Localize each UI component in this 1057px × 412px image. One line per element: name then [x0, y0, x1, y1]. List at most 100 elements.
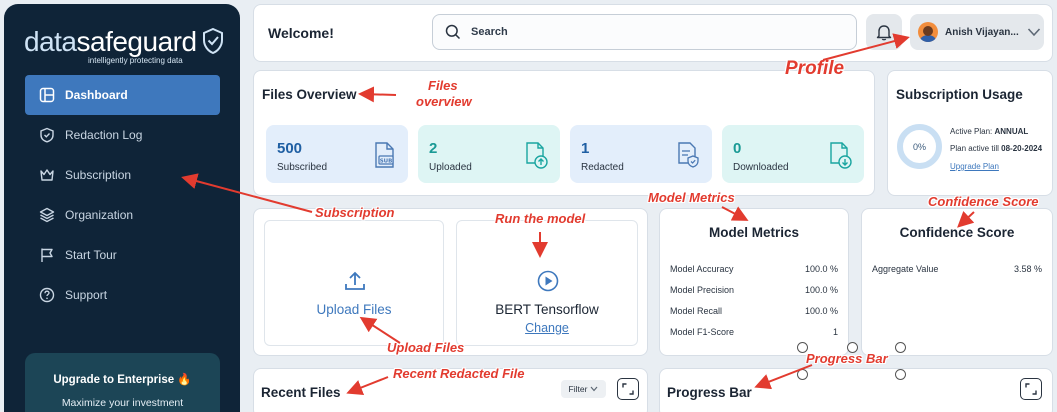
flag-icon	[39, 247, 55, 263]
file-download-icon	[830, 142, 852, 169]
crown-icon	[39, 167, 55, 183]
stat-value: 2	[429, 140, 438, 157]
confidence-score-card: Confidence Score Aggregate Value 3.58 %	[861, 208, 1053, 356]
model-name: BERT Tensorflow	[495, 302, 599, 317]
stat-value: 1	[581, 140, 590, 157]
sidebar-item-label: Subscription	[65, 168, 132, 182]
brand-name: datasafeguard	[24, 26, 197, 57]
upgrade-banner[interactable]: Upgrade to Enterprise 🔥 Maximize your in…	[25, 353, 220, 412]
metric-row: Model Precision 100.0 %	[670, 285, 838, 295]
user-name: Anish Vijayan...	[945, 26, 1019, 38]
sidebar-item-start-tour[interactable]: Start Tour	[25, 235, 220, 275]
notifications-button[interactable]	[866, 14, 902, 50]
sidebar-item-label: Support	[65, 288, 108, 302]
brand-tagline: intelligently protecting data	[88, 56, 183, 65]
resize-handle[interactable]	[797, 369, 808, 380]
sidebar-item-label: Redaction Log	[65, 128, 143, 142]
annotation-recent-redacted: Recent Redacted File	[393, 366, 525, 381]
upload-model-card: Upload Files BERT Tensorflow Change	[253, 208, 648, 356]
resize-handle[interactable]	[895, 369, 906, 380]
annotation-progress-bar: Progress Bar	[806, 351, 888, 366]
shield-check-icon	[203, 28, 223, 54]
bell-icon	[876, 25, 892, 41]
subscription-usage-card: Subscription Usage 0% Active Plan: ANNUA…	[887, 70, 1053, 196]
model-metrics-card: Model Metrics Model Accuracy 100.0 % Mode…	[659, 208, 849, 356]
sidebar-item-label: Dashboard	[65, 88, 128, 102]
annotation-upload-files: Upload Files	[387, 340, 465, 355]
sidebar-item-label: Organization	[65, 208, 134, 222]
upload-icon	[345, 271, 365, 290]
upgrade-subtitle: Maximize your investment	[61, 397, 184, 409]
chevron-down-icon	[590, 386, 598, 392]
profile-menu[interactable]: Anish Vijayan...	[910, 14, 1044, 50]
shield-icon	[39, 127, 55, 143]
annotation-subscription: Subscription	[315, 205, 395, 220]
stat-label: Uploaded	[429, 162, 472, 173]
stat-redacted[interactable]: 1 Redacted	[570, 125, 712, 183]
upgrade-title: Upgrade to Enterprise 🔥	[53, 374, 192, 386]
stat-label: Downloaded	[733, 162, 789, 173]
welcome-text: Welcome!	[268, 25, 334, 41]
play-icon[interactable]	[537, 270, 559, 292]
metric-row: Model Accuracy 100.0 %	[670, 264, 838, 274]
usage-ring: 0%	[897, 124, 942, 169]
filter-button[interactable]: Filter	[561, 380, 606, 398]
svg-text:SUB: SUB	[380, 159, 393, 165]
file-upload-icon	[526, 142, 548, 169]
annotation-model-metrics: Model Metrics	[648, 190, 735, 205]
resize-handle[interactable]	[895, 342, 906, 353]
plan-active-till: Plan active till 08-20-2024	[950, 144, 1043, 153]
help-icon	[39, 287, 55, 303]
files-overview-card: Files Overview 500 Subscribed SUB 2 Uplo…	[253, 70, 875, 196]
chevron-down-icon	[1027, 28, 1040, 37]
search-icon	[445, 24, 461, 40]
sidebar-item-dashboard[interactable]: Dashboard	[25, 75, 220, 115]
model-panel: BERT Tensorflow Change	[456, 220, 638, 346]
search-input[interactable]: Search	[432, 14, 857, 50]
expand-button[interactable]	[617, 378, 639, 400]
upgrade-plan-link[interactable]: Upgrade Plan	[950, 162, 999, 171]
stat-uploaded[interactable]: 2 Uploaded	[418, 125, 560, 183]
file-shield-icon	[678, 142, 699, 168]
stat-value: 0	[733, 140, 742, 157]
sidebar-item-label: Start Tour	[65, 248, 117, 262]
stat-subscribed[interactable]: 500 Subscribed SUB	[266, 125, 408, 183]
sidebar-item-redaction-log[interactable]: Redaction Log	[25, 115, 220, 155]
filter-label: Filter	[568, 384, 588, 394]
model-metrics-title: Model Metrics	[708, 225, 800, 240]
search-placeholder: Search	[471, 26, 508, 38]
recent-files-title: Recent Files	[261, 385, 341, 400]
top-header: Welcome! Search Anish Vijayan...	[253, 4, 1053, 62]
active-plan: Active Plan: ANNUAL	[950, 127, 1029, 136]
expand-icon	[1025, 383, 1037, 395]
annotation-confidence-score: Confidence Score	[928, 194, 1039, 209]
files-overview-title: Files Overview	[262, 87, 357, 102]
change-model-link[interactable]: Change	[457, 321, 637, 335]
expand-button[interactable]	[1020, 378, 1042, 400]
brand-logo[interactable]: datasafeguard intelligently protecting d…	[24, 26, 223, 65]
upload-files-label: Upload Files	[316, 302, 392, 317]
metric-row: Model F1-Score 1	[670, 327, 838, 337]
sidebar: datasafeguard intelligently protecting d…	[4, 4, 240, 412]
expand-icon	[622, 383, 634, 395]
metric-row: Model Recall 100.0 %	[670, 306, 838, 316]
sidebar-item-organization[interactable]: Organization	[25, 195, 220, 235]
upload-files-panel[interactable]: Upload Files	[264, 220, 444, 346]
layers-icon	[39, 207, 55, 223]
sidebar-item-subscription[interactable]: Subscription	[25, 155, 220, 195]
sidebar-item-support[interactable]: Support	[25, 275, 220, 315]
sub-file-icon: SUB	[375, 142, 394, 168]
avatar	[918, 22, 938, 42]
subscription-usage-title: Subscription Usage	[896, 87, 1023, 102]
fire-icon: 🔥	[177, 374, 192, 386]
progress-bar-card: Progress Bar	[659, 368, 1053, 412]
stat-label: Subscribed	[277, 162, 328, 173]
annotation-profile: Profile	[785, 58, 845, 79]
annotation-files-2: overview	[416, 94, 472, 109]
stat-label: Redacted	[581, 162, 624, 173]
progress-bar-title: Progress Bar	[667, 385, 752, 400]
stat-value: 500	[277, 140, 303, 157]
dashboard-icon	[39, 87, 55, 103]
confidence-score-title: Confidence Score	[899, 225, 1015, 240]
stat-downloaded[interactable]: 0 Downloaded	[722, 125, 864, 183]
